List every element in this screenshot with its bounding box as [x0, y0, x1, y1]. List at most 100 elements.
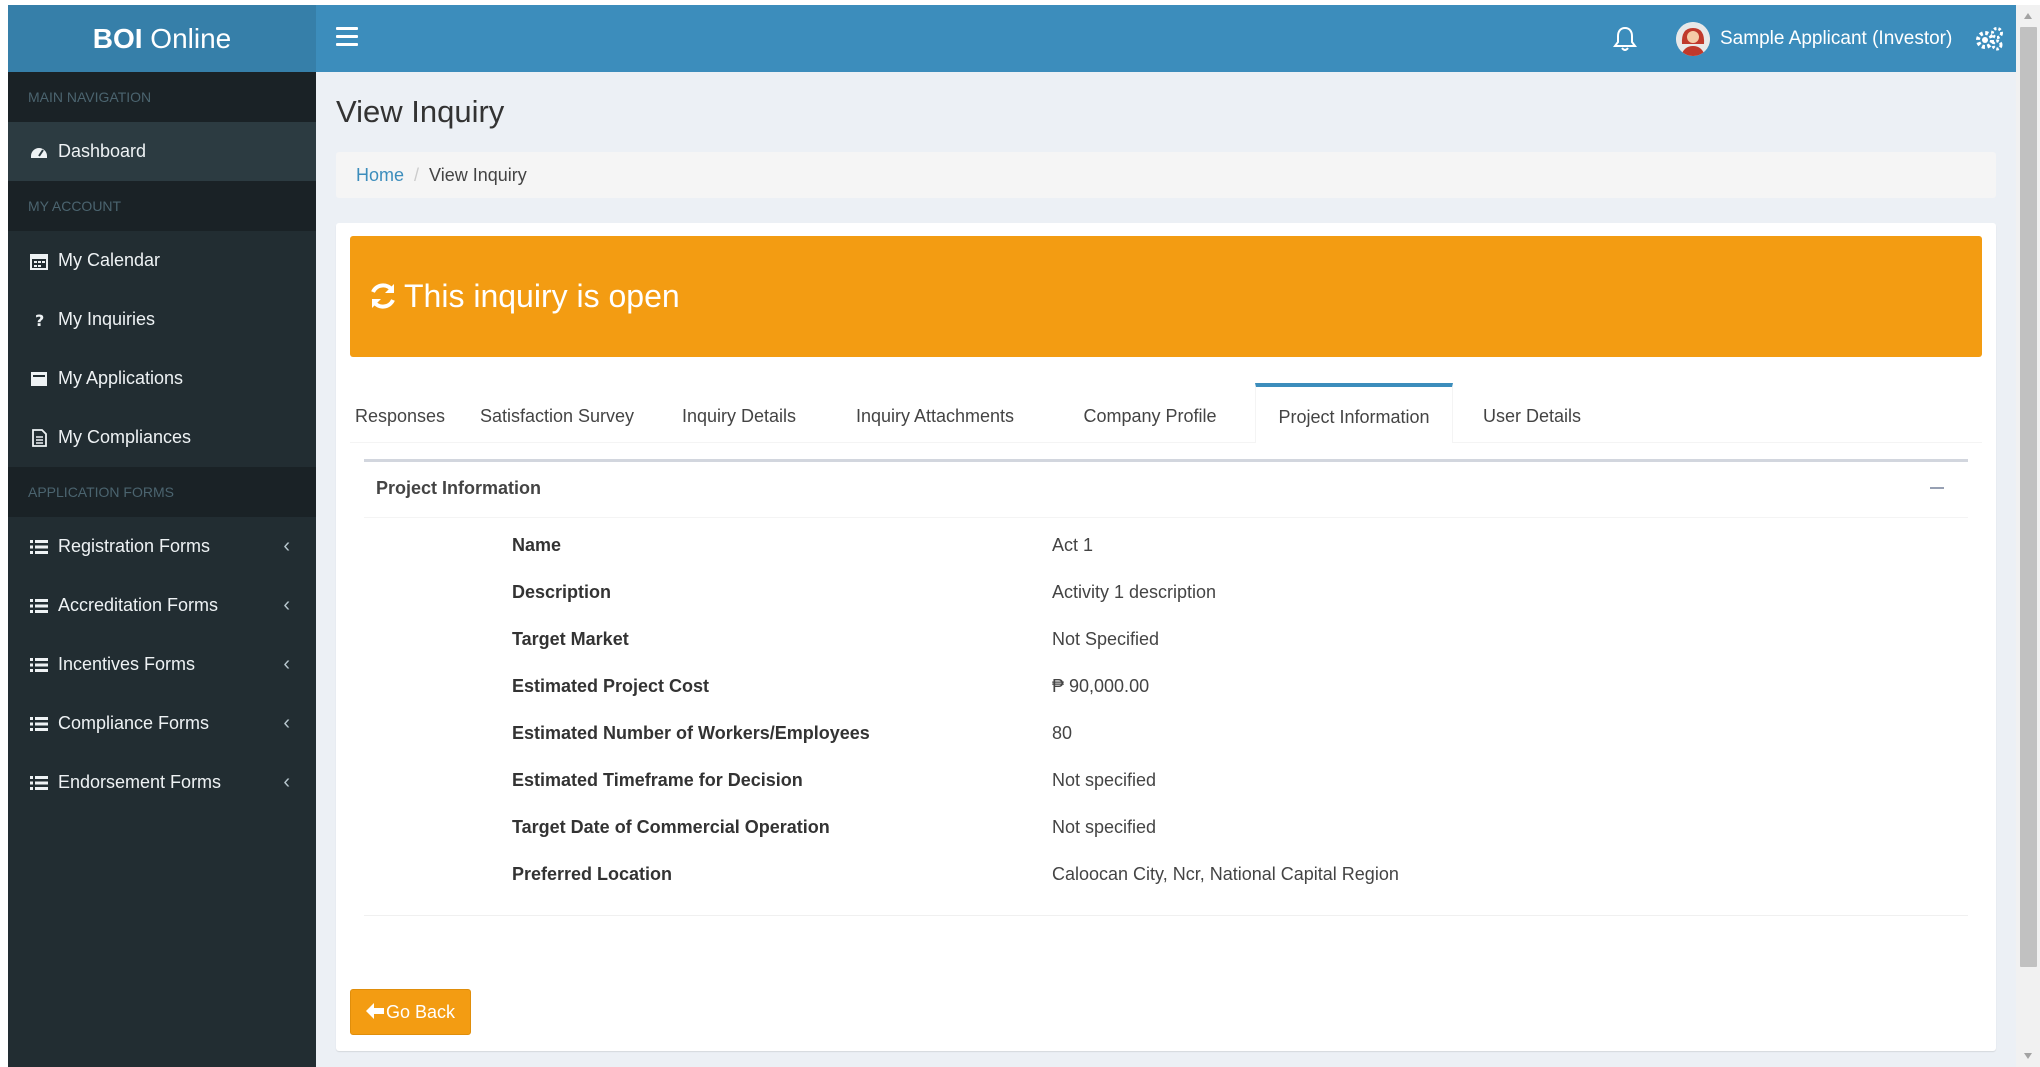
chevron-left-icon: ‹: [283, 653, 290, 675]
field-value: Not Specified: [1052, 629, 1160, 649]
page-scrollbar[interactable]: [2016, 5, 2040, 1067]
sidebar-item-accreditation-forms[interactable]: Accreditation Forms ‹: [8, 576, 316, 635]
field-row-location: Preferred Location Caloocan City, Ncr, N…: [364, 854, 1968, 894]
sidebar-toggle-icon[interactable]: [336, 27, 358, 49]
tab-company-profile[interactable]: Company Profile: [1058, 383, 1242, 443]
chevron-left-icon: ‹: [283, 594, 290, 616]
field-row-target-date: Target Date of Commercial Operation Not …: [364, 807, 1968, 847]
list-icon: [30, 717, 48, 731]
tab-inquiry-details[interactable]: Inquiry Details: [666, 383, 812, 443]
tab-bar: Responses Satisfaction Survey Inquiry De…: [350, 383, 1982, 443]
dashboard-icon: [31, 148, 47, 158]
arrow-left-icon: [365, 1003, 384, 1019]
chevron-left-icon: ‹: [283, 712, 290, 734]
list-icon: [30, 658, 48, 672]
field-label: Preferred Location: [512, 864, 673, 884]
sidebar-section-forms: APPLICATION FORMS: [8, 467, 316, 517]
list-icon: [30, 540, 48, 554]
panel-title-text: Project Information: [376, 478, 542, 498]
breadcrumb: Home / View Inquiry: [336, 152, 1996, 198]
sidebar-item-compliances[interactable]: My Compliances: [8, 408, 316, 467]
sidebar: MAIN NAVIGATION Dashboard MY ACCOUNT My …: [8, 72, 316, 1067]
field-value: Activity 1 description: [1052, 582, 1217, 602]
page-title: View Inquiry: [336, 94, 505, 129]
scroll-thumb[interactable]: [2020, 27, 2037, 967]
tab-project-information[interactable]: Project Information: [1255, 383, 1453, 443]
applications-icon: [31, 372, 47, 386]
field-value: Not specified: [1052, 770, 1157, 790]
field-label: Estimated Number of Workers/Employees: [512, 723, 870, 743]
sidebar-item-label: My Inquiries: [58, 309, 156, 329]
field-row-workers: Estimated Number of Workers/Employees 80: [364, 713, 1968, 753]
scroll-up-arrow-icon[interactable]: [2024, 13, 2032, 19]
status-banner-text: This inquiry is open: [404, 278, 680, 314]
logo-text: Online: [142, 23, 232, 54]
tab-satisfaction-survey[interactable]: Satisfaction Survey: [468, 383, 646, 443]
go-back-button[interactable]: Go Back: [350, 989, 471, 1035]
field-value: Act 1: [1052, 535, 1094, 555]
field-row-target-market: Target Market Not Specified: [364, 619, 1968, 659]
refresh-icon: [371, 283, 395, 309]
status-banner: This inquiry is open: [350, 236, 1982, 357]
sidebar-section-main: MAIN NAVIGATION: [8, 72, 316, 122]
field-row-project-cost: Estimated Project Cost ₱ 90,000.00: [364, 666, 1968, 706]
sidebar-item-calendar[interactable]: My Calendar: [8, 231, 316, 290]
field-value: 80: [1052, 723, 1073, 743]
panel-title: Project Information: [364, 462, 1968, 518]
sidebar-item-label: Dashboard: [58, 141, 147, 161]
field-label: Estimated Project Cost: [512, 676, 710, 696]
calendar-icon: [30, 254, 48, 270]
gears-icon[interactable]: [1974, 25, 2004, 53]
sidebar-item-applications[interactable]: My Applications: [8, 349, 316, 408]
logo[interactable]: BOI Online: [8, 5, 316, 72]
sidebar-item-incentives-forms[interactable]: Incentives Forms ‹: [8, 635, 316, 694]
sidebar-item-label: Accreditation Forms: [58, 595, 219, 615]
list-icon: [30, 776, 48, 790]
logo-bold: BOI: [92, 23, 143, 54]
field-label: Estimated Timeframe for Decision: [512, 770, 803, 790]
sidebar-item-label: My Calendar: [58, 250, 161, 270]
field-value: ₱ 90,000.00: [1052, 676, 1150, 696]
sidebar-item-inquiries[interactable]: ? My Inquiries: [8, 290, 316, 349]
sidebar-item-label: My Applications: [58, 368, 184, 388]
chevron-left-icon: ‹: [283, 535, 290, 557]
breadcrumb-current: View Inquiry: [429, 165, 527, 185]
sidebar-item-label: Endorsement Forms: [58, 772, 222, 792]
tab-user-details[interactable]: User Details: [1468, 383, 1596, 443]
app-window: BOI Online Sample Applicant (Investor) M…: [8, 5, 2016, 1067]
avatar[interactable]: [1676, 22, 1710, 56]
breadcrumb-home-link[interactable]: Home: [356, 165, 404, 185]
field-value: Not specified: [1052, 817, 1157, 837]
top-navbar: BOI Online Sample Applicant (Investor): [8, 5, 2016, 72]
sidebar-item-registration-forms[interactable]: Registration Forms ‹: [8, 517, 316, 576]
field-label: Name: [512, 535, 562, 555]
sidebar-item-endorsement-forms[interactable]: Endorsement Forms ‹: [8, 753, 316, 812]
bell-icon[interactable]: [1612, 25, 1638, 53]
sidebar-item-label: Registration Forms: [58, 536, 211, 556]
sidebar-item-dashboard[interactable]: Dashboard: [8, 122, 316, 181]
field-row-name: Name Act 1: [364, 525, 1968, 565]
breadcrumb-separator: /: [414, 165, 420, 185]
sidebar-item-compliance-forms[interactable]: Compliance Forms ‹: [8, 694, 316, 753]
field-value: Caloocan City, Ncr, National Capital Reg…: [1052, 864, 1399, 884]
svg-text:?: ?: [35, 311, 44, 329]
sidebar-item-label: Compliance Forms: [58, 713, 210, 733]
field-label: Target Market: [512, 629, 629, 649]
field-row-description: Description Activity 1 description: [364, 572, 1968, 612]
content-wrapper: View Inquiry Home / View Inquiry This inqu…: [316, 72, 2016, 1067]
document-icon: [32, 429, 47, 447]
inquiry-box: This inquiry is open Responses Satisfact…: [336, 223, 1996, 1051]
field-label: Description: [512, 582, 612, 602]
question-icon: ?: [35, 311, 44, 329]
sidebar-item-label: My Compliances: [58, 427, 192, 447]
tab-inquiry-attachments[interactable]: Inquiry Attachments: [832, 383, 1038, 443]
sidebar-item-label: Incentives Forms: [58, 654, 196, 674]
chevron-left-icon: ‹: [283, 771, 290, 793]
sidebar-section-account: MY ACCOUNT: [8, 181, 316, 231]
user-menu-name[interactable]: Sample Applicant (Investor): [1720, 5, 1952, 72]
collapse-minus-icon[interactable]: [1930, 487, 1944, 489]
tab-responses[interactable]: Responses: [350, 383, 450, 443]
project-information-panel: Project Information Name Act 1 Descripti…: [364, 459, 1968, 916]
scroll-down-arrow-icon[interactable]: [2024, 1053, 2032, 1059]
go-back-label: Go Back: [385, 1002, 456, 1022]
